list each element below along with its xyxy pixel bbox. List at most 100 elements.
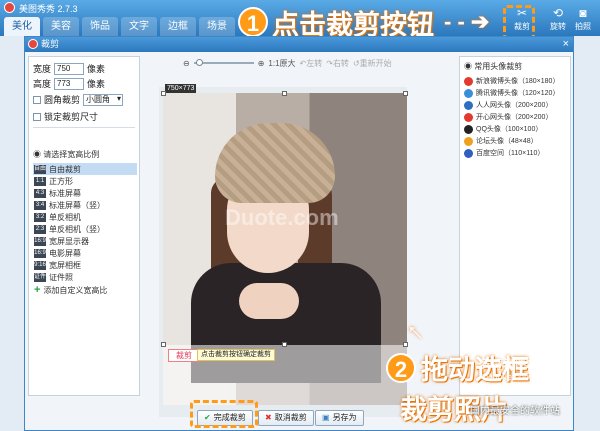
zoom-toolbar: ⊖ ⊕ 1:1原大 ↶左转 ↷右转 ↺重新开始 [183, 56, 433, 70]
forum-icon [464, 136, 473, 146]
height-unit: 像素 [87, 79, 106, 89]
ratio-icon: 9:16 [34, 260, 46, 270]
divider [33, 127, 135, 128]
dialog-logo-icon [28, 39, 38, 49]
rounded-label: 圆角裁剪 [44, 95, 81, 105]
ratio-icon: 1:1 [34, 176, 46, 186]
ratio-item-widescreen[interactable]: 16:9 宽屏显示器 [33, 235, 137, 247]
ratio-item-id-photo[interactable]: 证件 证件照 [33, 271, 137, 283]
preset-sina-weibo[interactable]: 新浪微博头像（180×180） [464, 75, 570, 87]
add-custom-ratio-button[interactable]: + 添加自定义宽高比 [33, 283, 137, 297]
tab-scene[interactable]: 场景 [199, 17, 235, 36]
ratio-icon: 4:3 [34, 188, 46, 198]
watermark: Duote.com [225, 205, 339, 230]
rotate-tool-label: 旋转 [550, 22, 566, 31]
ratio-icon: 16:9 [34, 236, 46, 246]
rotate-tool-button[interactable]: ⟲ 旋转 [547, 6, 569, 34]
ratio-item-square[interactable]: 1:1 正方形 [33, 175, 137, 187]
renren-icon [464, 100, 473, 110]
right-strip [574, 36, 600, 431]
zoom-slider-knob[interactable] [195, 59, 203, 66]
kaixin-icon [464, 112, 473, 122]
crop-handle-bottom-left[interactable] [161, 342, 166, 347]
weibo-icon [464, 76, 473, 86]
dialog-titlebar: 裁剪 × [25, 37, 573, 52]
arrow-right-icon: - - ➔ [444, 9, 490, 34]
cancel-crop-button[interactable]: ✖ 取消裁剪 [258, 410, 314, 426]
ratio-item-2-3[interactable]: 2:3 单反相机（竖） [33, 223, 137, 235]
crop-handle-top-left[interactable] [161, 91, 166, 96]
ratio-item-movie[interactable]: 16:9 电影屏幕 [33, 247, 137, 259]
lock-size-checkbox[interactable] [33, 112, 41, 121]
preset-header: ◉ 常用头像裁剪 [464, 62, 523, 71]
tab-beauty[interactable]: 美容 [43, 17, 79, 36]
actual-size-button[interactable]: 1:1原大 [268, 58, 295, 69]
ratio-icon: 3:2 [34, 212, 46, 222]
ratio-item-3-4[interactable]: 3:4 标准屏幕（竖） [33, 199, 137, 211]
shoot-tool-button[interactable]: ◙ 拍照 [572, 6, 594, 34]
app-title: 美图秀秀 2.7.3 [19, 4, 78, 14]
rounded-select[interactable]: 小圆角 [83, 93, 124, 106]
ratio-item-free[interactable]: 自由 自由裁剪 [33, 163, 137, 175]
photo-hand [239, 283, 299, 319]
tab-accessories[interactable]: 饰品 [82, 17, 118, 36]
ratio-item-3-2[interactable]: 3:2 单反相机 [33, 211, 137, 223]
ratio-icon: 2:3 [34, 224, 46, 234]
lock-size-label: 锁定裁剪尺寸 [44, 112, 99, 122]
step-1-number: 1 [238, 7, 268, 37]
close-icon[interactable]: × [563, 37, 569, 52]
ratio-item-4-3[interactable]: 4:3 标准屏幕 [33, 187, 137, 199]
site-name: 多特软件站 [478, 357, 539, 371]
app-logo-icon [4, 2, 15, 13]
crop-highlight-box [503, 5, 535, 39]
crop-handle-bottom-right[interactable] [403, 342, 408, 347]
callout-step-1: 1 点击裁剪按钮 - - ➔ [238, 4, 489, 40]
avatar-presets-panel: ◉ 常用头像裁剪 新浪微博头像（180×180） 腾讯微博头像（120×120）… [459, 56, 571, 396]
zoom-in-icon[interactable]: ⊕ [258, 59, 265, 68]
save-as-button[interactable]: ▣ 另存为 [315, 410, 364, 426]
preset-renren[interactable]: 人人网头像（200×200） [464, 99, 570, 111]
zoom-slider[interactable] [193, 59, 254, 66]
cancel-icon: ✖ [265, 413, 272, 422]
width-label: 宽度 [33, 64, 52, 74]
rotate-left-button[interactable]: ↶左转 [300, 58, 323, 69]
width-input[interactable]: 750 [54, 62, 85, 75]
rotate-right-button[interactable]: ↷右转 [326, 58, 349, 69]
preset-kaixin[interactable]: 开心网头像（200×200） [464, 111, 570, 123]
tab-frame[interactable]: 边框 [160, 17, 196, 36]
site-url: DuoTe.com [486, 372, 532, 382]
qq-icon [464, 124, 473, 134]
baidu-icon [464, 148, 473, 158]
crop-handle-top[interactable] [282, 91, 287, 96]
rounded-checkbox[interactable] [33, 95, 41, 104]
crop-settings-panel: 宽度 750 像素 高度 773 像素 圆角裁剪 小圆角 锁定裁剪尺寸 ◉ 请选… [28, 56, 140, 396]
preset-qq[interactable]: QQ头像（100×100） [464, 123, 570, 135]
tab-beautify[interactable]: 美化 [4, 17, 40, 36]
ratio-icon: 证件 [34, 272, 47, 282]
crop-size-tag: 750×773 [165, 84, 197, 93]
crop-handle-top-right[interactable] [403, 91, 408, 96]
tencent-weibo-icon [464, 88, 473, 98]
height-label: 高度 [33, 79, 52, 89]
tab-text[interactable]: 文字 [121, 17, 157, 36]
ratio-item-frame[interactable]: 9:16 宽屏相框 [33, 259, 137, 271]
camera-icon: ◙ [579, 6, 587, 20]
done-highlight-box [190, 400, 258, 428]
step-2-number: 2 [386, 352, 416, 383]
crop-tip: 点击裁剪按钮确定裁剪 [197, 349, 275, 361]
preset-list: 新浪微博头像（180×180） 腾讯微博头像（120×120） 人人网头像（20… [464, 75, 570, 159]
ratio-icon: 3:4 [34, 200, 46, 210]
plus-icon: + [34, 284, 41, 296]
dialog-title: 裁剪 [41, 39, 60, 49]
preset-forum[interactable]: 论坛头像（48×48） [464, 135, 570, 147]
reset-button[interactable]: ↺重新开始 [353, 58, 392, 69]
left-strip [0, 36, 24, 431]
crop-apply-button[interactable]: 裁剪 [168, 349, 200, 362]
site-slogan: 国内最安全的软件站 [470, 406, 560, 417]
zoom-out-icon[interactable]: ⊖ [183, 59, 190, 68]
preset-baidu-space[interactable]: 百度空间（110×110） [464, 147, 570, 159]
save-icon: ▣ [322, 413, 330, 422]
crop-handle-bottom[interactable] [282, 342, 287, 347]
height-input[interactable]: 773 [54, 77, 85, 90]
preset-tencent-weibo[interactable]: 腾讯微博头像（120×120） [464, 87, 570, 99]
